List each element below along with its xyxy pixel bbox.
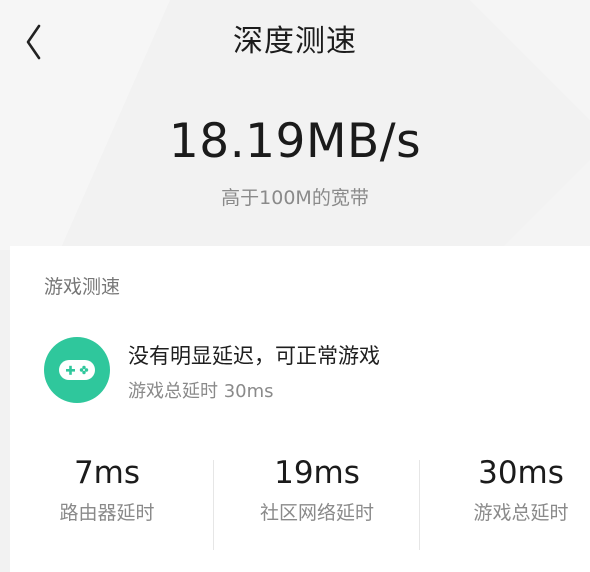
game-test-card: 游戏测速 没有明显延迟，可正常游戏 游戏总延时 30ms 7ms 路由器延时 1… (10, 246, 590, 572)
header: 深度测速 (0, 0, 590, 84)
card-label: 游戏测速 (44, 276, 121, 298)
stat-value: 19ms (274, 455, 360, 491)
community-network-latency-stat: 19ms 社区网络延时 (220, 452, 414, 526)
latency-stats: 7ms 路由器延时 19ms 社区网络延时 30ms 游戏总延时 (10, 452, 590, 552)
speed-value: 18.19MB/s (168, 114, 422, 169)
speed-description: 高于100M的宽带 (221, 187, 369, 209)
stat-value: 7ms (73, 455, 141, 491)
divider (213, 460, 214, 550)
gamepad-icon (44, 337, 110, 403)
stat-label: 社区网络延时 (259, 502, 374, 524)
router-latency-stat: 7ms 路由器延时 (10, 452, 204, 526)
result-subtitle: 游戏总延时 30ms (128, 381, 274, 402)
page-title: 深度测速 (233, 24, 357, 59)
result-title: 没有明显延迟，可正常游戏 (128, 344, 380, 368)
stat-label: 游戏总延时 (473, 502, 569, 524)
divider (419, 460, 420, 550)
stat-value: 30ms (478, 455, 564, 491)
stat-label: 路由器延时 (59, 502, 155, 524)
game-total-latency-stat: 30ms 游戏总延时 (424, 452, 590, 526)
